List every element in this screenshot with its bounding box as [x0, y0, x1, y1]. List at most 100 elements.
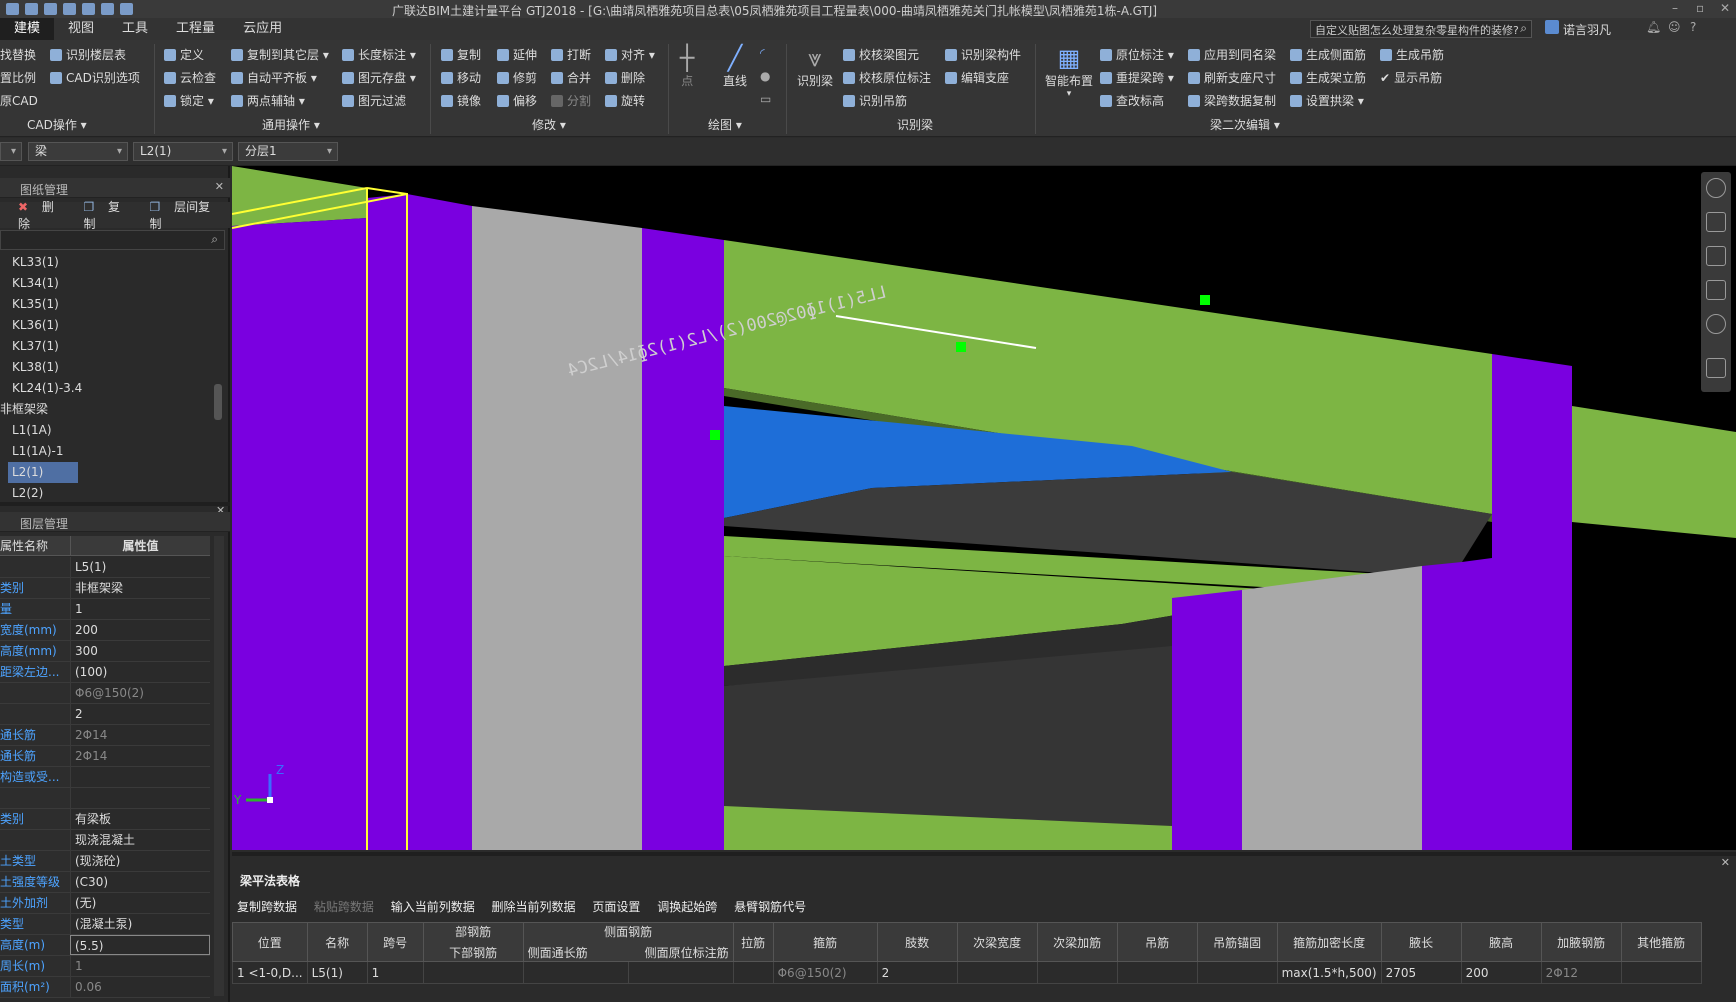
slab[interactable]: [232, 166, 367, 226]
grip-point[interactable]: [710, 430, 720, 440]
table-row[interactable]: 1 <1-0,D... L5(1) 1 Φ6@150(2) 2 max(1.5*…: [232, 961, 1702, 984]
delete-column-data-button[interactable]: 删除当前列数据: [492, 900, 576, 914]
property-value[interactable]: [70, 767, 210, 787]
cell-hanger-anchor[interactable]: [1196, 961, 1278, 984]
recognize-floor-table-button[interactable]: 识别楼层表: [50, 46, 126, 63]
cell-name[interactable]: L5(1): [306, 961, 368, 984]
draw-group-label[interactable]: 绘图 ▾: [708, 116, 742, 133]
property-row[interactable]: 土外加剂 (无): [0, 893, 210, 914]
property-value[interactable]: (无): [70, 893, 210, 913]
column[interactable]: [1422, 562, 1462, 850]
rotate-button[interactable]: 旋转: [605, 92, 645, 109]
align-button[interactable]: 对齐 ▾: [605, 46, 655, 63]
property-value[interactable]: (现浇砼): [70, 851, 210, 871]
help-icon[interactable]: ?: [1690, 20, 1696, 34]
in-situ-mark-button[interactable]: 原位标注 ▾: [1100, 46, 1174, 63]
arc-icon[interactable]: ◜: [760, 46, 765, 60]
cell-position[interactable]: 1 <1-0,D...: [232, 961, 308, 984]
edit-elevation-button[interactable]: 查改标高: [1100, 92, 1164, 109]
input-column-data-button[interactable]: 输入当前列数据: [391, 900, 475, 914]
property-row[interactable]: 距梁左边... (100): [0, 662, 210, 683]
property-row[interactable]: 高度(mm) 300: [0, 641, 210, 662]
window-close-icon[interactable]: ✕: [1720, 1, 1730, 15]
gen-side-bar-button[interactable]: 生成侧面筋: [1290, 46, 1366, 63]
line-button[interactable]: ╱ 直线: [723, 44, 747, 89]
refresh-support-size-button[interactable]: 刷新支座尺寸: [1188, 69, 1276, 86]
property-value[interactable]: 300: [70, 641, 210, 661]
menu-tools[interactable]: 工具: [108, 18, 162, 40]
property-value[interactable]: 2Φ14: [70, 725, 210, 745]
cell-sec-add[interactable]: [1036, 961, 1118, 984]
column[interactable]: [232, 218, 367, 766]
tree-item[interactable]: KL37(1): [0, 336, 225, 357]
page-setup-button[interactable]: 页面设置: [592, 900, 640, 914]
property-row[interactable]: L5(1): [0, 557, 210, 578]
property-value[interactable]: 现浇混凝土: [70, 830, 210, 850]
view-grid-icon[interactable]: [1706, 358, 1726, 378]
column[interactable]: [642, 228, 724, 850]
property-value[interactable]: L5(1): [70, 557, 210, 577]
column[interactable]: [407, 194, 472, 850]
paste-span-data-button[interactable]: 粘贴跨数据: [314, 900, 374, 914]
copy-component-button[interactable]: ❐ 复制: [83, 198, 133, 232]
tree-item[interactable]: KL35(1): [0, 294, 225, 315]
property-value[interactable]: (C30): [70, 872, 210, 892]
menu-cloud[interactable]: 云应用: [229, 18, 296, 40]
grip-point[interactable]: [1200, 295, 1210, 305]
tree-item-selected[interactable]: L2(1): [8, 462, 78, 483]
cad-group-label[interactable]: CAD操作 ▾: [27, 116, 87, 133]
menu-quantity[interactable]: 工程量: [162, 18, 229, 40]
delete-button[interactable]: 删除: [605, 69, 645, 86]
undo-icon[interactable]: [82, 3, 95, 15]
cell-tie[interactable]: [732, 961, 774, 984]
view-3d-icon[interactable]: [1706, 246, 1726, 266]
tree-item[interactable]: L2(2): [0, 483, 225, 504]
search-icon[interactable]: ⌕: [211, 232, 218, 247]
recog-group-label[interactable]: 识别梁: [897, 116, 933, 133]
export-icon[interactable]: [120, 3, 133, 15]
cell-stirrup[interactable]: Φ6@150(2): [772, 961, 878, 984]
recognize-beam-big-button[interactable]: ⩔ 识别梁: [797, 44, 833, 89]
edit2-group-label[interactable]: 梁二次编辑 ▾: [1210, 116, 1280, 133]
mirror-button[interactable]: 镜像: [441, 92, 481, 109]
cell-haunch-length[interactable]: 2705: [1380, 961, 1462, 984]
property-row[interactable]: 2: [0, 704, 210, 725]
property-row[interactable]: 高度(m) (5.5): [0, 935, 210, 956]
column[interactable]: [1172, 590, 1242, 850]
3d-model-canvas[interactable]: LL5(1)1ɸ02@200(2)/L2(1)2ɸ14/L2C4 Z Y: [232, 166, 1736, 850]
floor-select[interactable]: [0, 142, 22, 161]
cell-sec-width[interactable]: [956, 961, 1038, 984]
property-row[interactable]: 类别 有梁板: [0, 809, 210, 830]
property-value[interactable]: Φ6@150(2): [70, 683, 210, 703]
window-restore-icon[interactable]: ▫: [1696, 1, 1704, 15]
cloud-check-button[interactable]: 云检查: [164, 69, 216, 86]
menu-jianmo[interactable]: 建模: [0, 18, 55, 40]
property-row[interactable]: 宽度(mm) 200: [0, 620, 210, 641]
re-extract-span-button[interactable]: 重提梁跨 ▾: [1100, 69, 1174, 86]
component-select[interactable]: L2(1): [133, 142, 233, 161]
help-search-input[interactable]: 自定义贴图怎么处理复杂零星构件的装修?: [1315, 22, 1519, 38]
swap-start-span-button[interactable]: 调换起始跨: [657, 900, 717, 914]
property-value[interactable]: 2Φ14: [70, 746, 210, 766]
copy-button[interactable]: 复制: [441, 46, 481, 63]
general-group-label[interactable]: 通用操作 ▾: [262, 116, 320, 133]
column[interactable]: [232, 766, 367, 850]
property-value[interactable]: 1: [70, 956, 210, 976]
tree-item[interactable]: KL38(1): [0, 357, 225, 378]
close-icon[interactable]: ✕: [1721, 856, 1730, 869]
point-button[interactable]: ┼ 点: [680, 44, 694, 89]
property-row[interactable]: 通长筋 2Φ14: [0, 725, 210, 746]
cell-hanger[interactable]: [1116, 961, 1198, 984]
property-row[interactable]: 通长筋 2Φ14: [0, 746, 210, 767]
cell-legs[interactable]: 2: [876, 961, 958, 984]
print-icon[interactable]: [63, 3, 76, 15]
cell-side-long[interactable]: [522, 961, 629, 984]
tree-item[interactable]: KL34(1): [0, 273, 225, 294]
property-value[interactable]: 200: [70, 620, 210, 640]
cell-other-stirrup[interactable]: [1620, 961, 1702, 984]
property-row[interactable]: 周长(m) 1: [0, 956, 210, 977]
cad-options-button[interactable]: CAD识别选项: [50, 69, 140, 86]
offset-button[interactable]: 偏移: [497, 92, 537, 109]
property-row[interactable]: 现浇混凝土: [0, 830, 210, 851]
property-row[interactable]: Φ6@150(2): [0, 683, 210, 704]
